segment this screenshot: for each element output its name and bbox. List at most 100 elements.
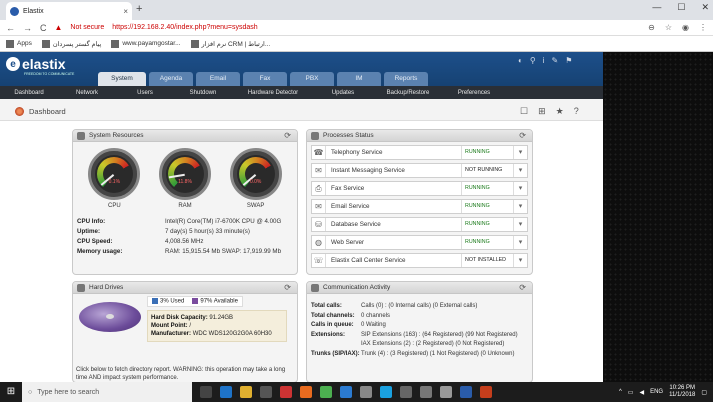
store-icon[interactable] (260, 386, 272, 398)
bookmark-item[interactable]: نرم افزار CRM | ارتباط... (190, 39, 270, 48)
service-status: RUNNING (461, 218, 513, 231)
word-icon[interactable] (460, 386, 472, 398)
tab-pbx[interactable]: PBX (290, 72, 334, 86)
notifications-icon[interactable]: ▢ (701, 389, 707, 396)
subnav-shutdown[interactable]: Shutdown (174, 90, 232, 96)
comm-row: IAX Extensions (2) : (2 Registered) (0 N… (361, 341, 505, 347)
app-icon[interactable] (440, 386, 452, 398)
zoom-icon[interactable]: ⊖ (648, 23, 655, 32)
taskbar-search[interactable]: ○ Type here to search (22, 382, 192, 402)
flag-icon[interactable]: ⚑ (565, 56, 572, 65)
subnav-dashboard[interactable]: Dashboard (0, 90, 58, 96)
service-actions-dropdown[interactable]: ▾ (513, 164, 527, 177)
service-row: ✉ Instant Messaging Service NOT RUNNING ▾ (311, 163, 528, 178)
site-favicon (190, 39, 199, 48)
url-field[interactable]: https://192.168.2.40/index.php?menu=sysd… (112, 24, 640, 31)
tab-agenda[interactable]: Agenda (149, 72, 193, 86)
service-actions-dropdown[interactable]: ▾ (513, 254, 527, 267)
apps-grid-icon (6, 39, 14, 48)
bookmark-item[interactable]: پیام گستر پسردان (41, 39, 101, 48)
task-view-icon[interactable] (200, 386, 212, 398)
profile-icon[interactable]: ◉ (682, 23, 689, 32)
subnav-preferences[interactable]: Preferences (444, 90, 504, 96)
header-tools: ◐ ⚲ i ✎ ⚑ (518, 56, 572, 65)
info-icon[interactable]: i (543, 56, 545, 65)
refresh-icon[interactable]: ⟳ (519, 131, 526, 140)
tab-reports[interactable]: Reports (384, 72, 428, 86)
gauges-row: 0.1% CPU 11.8% RAM 0.0% SWAP (73, 142, 297, 209)
search-icon[interactable]: ⚲ (530, 56, 536, 65)
comm-row: Total calls: Calls (0) : (0 Internal call… (311, 303, 478, 309)
applet-admin-icon[interactable]: ☐ (520, 106, 528, 117)
service-icon: ◍ (312, 236, 326, 249)
computer-icon (77, 131, 85, 140)
start-button[interactable]: ⊞ (0, 382, 22, 402)
service-actions-dropdown[interactable]: ▾ (513, 236, 527, 249)
app-icon[interactable] (280, 386, 292, 398)
bookmark-item[interactable]: www.payamgostar... (111, 39, 181, 48)
theme-icon[interactable]: ◐ (518, 56, 523, 65)
desktop-background (603, 52, 713, 382)
service-actions-dropdown[interactable]: ▾ (513, 146, 527, 159)
clock[interactable]: 10:26 PM 11/1/2018 (669, 385, 695, 399)
reload-button[interactable]: C (40, 23, 47, 33)
subnav-hardware-detector[interactable]: Hardware Detector (232, 90, 314, 96)
subnav-backup-restore[interactable]: Backup/Restore (372, 90, 444, 96)
service-name: Email Service (331, 203, 370, 210)
bookmark-star-icon[interactable]: ☆ (665, 23, 672, 32)
new-tab-button[interactable]: + (136, 3, 142, 15)
back-button[interactable]: ← (6, 23, 15, 33)
service-actions-dropdown[interactable]: ▾ (513, 200, 527, 213)
file-explorer-icon[interactable] (240, 386, 252, 398)
address-bar-row: ← → C ▲ Not secure https://192.168.2.40/… (0, 20, 713, 36)
skype-icon[interactable] (380, 386, 392, 398)
service-actions-dropdown[interactable]: ▾ (513, 218, 527, 231)
minimize-button[interactable]: — (652, 2, 661, 13)
tab-fax[interactable]: Fax (243, 72, 287, 86)
tab-system[interactable]: System (98, 72, 146, 86)
subnav-updates[interactable]: Updates (314, 90, 372, 96)
settings-icon[interactable] (420, 386, 432, 398)
edge-icon[interactable] (220, 386, 232, 398)
chrome-icon[interactable] (320, 386, 332, 398)
subnav-network[interactable]: Network (58, 90, 116, 96)
network-icon[interactable]: ▭ (628, 389, 634, 396)
app-icon[interactable] (360, 386, 372, 398)
layout-icon[interactable]: ⊞ (538, 106, 546, 117)
service-icon: ⛁ (312, 218, 326, 231)
edit-icon[interactable]: ✎ (551, 56, 558, 65)
language-indicator[interactable]: ENG (650, 389, 663, 395)
system-info: CPU Info: Intel(R) Core(TM) i7-6700K CPU … (73, 209, 297, 257)
firefox-icon[interactable] (300, 386, 312, 398)
forward-button[interactable]: → (23, 23, 32, 33)
powerpoint-icon[interactable] (480, 386, 492, 398)
refresh-icon[interactable]: ⟳ (284, 283, 291, 292)
browser-tab[interactable]: Elastix × (6, 2, 132, 20)
close-window-button[interactable]: ✕ (701, 2, 709, 13)
maximize-button[interactable]: ☐ (677, 2, 685, 13)
help-icon[interactable]: ? (574, 106, 579, 117)
elastix-logo[interactable]: e elastix FREEDOM TO COMMUNICATE (6, 56, 74, 76)
app-icon[interactable] (400, 386, 412, 398)
refresh-icon[interactable]: ⟳ (284, 131, 291, 140)
tray-up-icon[interactable]: ^ (619, 389, 622, 395)
service-row: ⎙ Fax Service RUNNING ▾ (311, 181, 528, 196)
volume-icon[interactable]: ◀ (639, 389, 644, 396)
service-row: ☎ Telephony Service RUNNING ▾ (311, 145, 528, 160)
service-row: ☏ Elastix Call Center Service NOT INSTALLE… (311, 253, 528, 268)
menu-icon[interactable]: ⋮ (699, 23, 707, 32)
bookmark-apps[interactable]: Apps (6, 39, 32, 48)
communication-icon (311, 283, 319, 292)
service-actions-dropdown[interactable]: ▾ (513, 182, 527, 195)
subnav-users[interactable]: Users (116, 90, 174, 96)
tab-close-icon[interactable]: × (123, 7, 128, 16)
service-status: RUNNING (461, 146, 513, 159)
tab-im[interactable]: IM (337, 72, 381, 86)
comm-row: Total channels: 0 channels (311, 312, 391, 319)
refresh-icon[interactable]: ⟳ (519, 283, 526, 292)
tab-email[interactable]: Email (196, 72, 240, 86)
not-secure-label[interactable]: Not secure (70, 24, 104, 31)
favorite-star-icon[interactable]: ★ (556, 106, 564, 117)
service-status: NOT RUNNING (461, 164, 513, 177)
app-icon[interactable] (340, 386, 352, 398)
